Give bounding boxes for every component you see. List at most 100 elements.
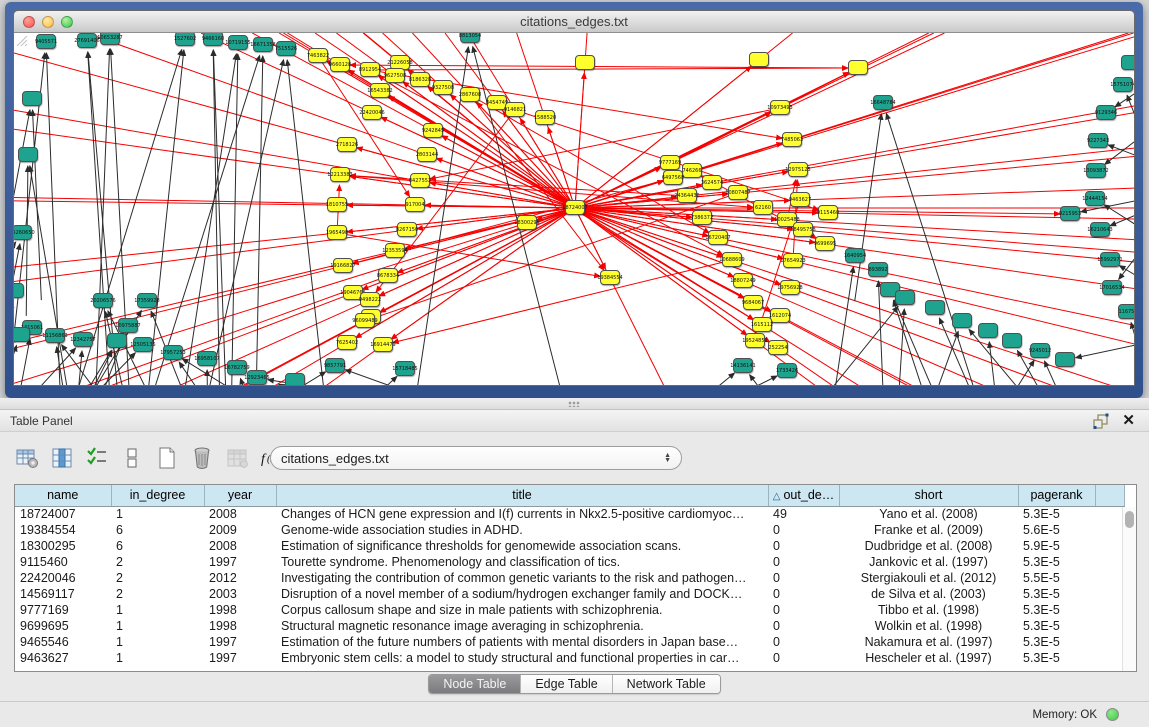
graph-node[interactable]: 62160 [753, 200, 773, 215]
graph-node[interactable] [107, 333, 127, 348]
graph-node[interactable] [925, 300, 945, 315]
graph-node[interactable] [1121, 55, 1134, 70]
graph-node[interactable]: 10719155 [228, 35, 248, 50]
row-height-icon[interactable] [119, 445, 145, 471]
graph-node[interactable]: 22420046 [362, 105, 382, 120]
graph-node[interactable]: 1965498 [327, 225, 347, 240]
graph-node[interactable]: 1588520 [535, 110, 555, 125]
graph-node[interactable] [22, 91, 42, 106]
graph-node[interactable]: 16914479 [373, 337, 393, 352]
new-column-icon[interactable] [154, 445, 180, 471]
graph-node[interactable]: 746266 [682, 163, 702, 178]
column-header-short[interactable]: short [839, 485, 1018, 506]
graph-node[interactable]: 8813054 [460, 33, 480, 43]
graph-node[interactable]: 8186328 [410, 72, 430, 87]
column-header-year[interactable]: year [204, 485, 276, 506]
graph-node[interactable]: 14136141 [733, 358, 753, 373]
graph-node[interactable]: 1612074 [770, 308, 790, 323]
table-row[interactable]: 1456911722003Disruption of a novel membe… [15, 586, 1124, 602]
graph-node[interactable]: 9146821 [505, 102, 525, 117]
graph-node[interactable]: 1733426 [777, 363, 797, 378]
table-row[interactable]: 1830029562008Estimation of significance … [15, 538, 1124, 554]
network-view-window[interactable]: citations_edges.txt 18724007183002951938… [5, 2, 1143, 398]
graph-node[interactable]: 2867608 [460, 87, 480, 102]
zoom-window-icon[interactable] [61, 16, 73, 28]
panel-splitter[interactable] [0, 398, 1149, 410]
graph-node[interactable]: 12342757 [73, 332, 93, 347]
graph-node[interactable]: 6497568 [663, 170, 683, 185]
graph-node[interactable] [14, 327, 30, 342]
graph-node[interactable]: 96099489 [355, 313, 375, 328]
graph-node[interactable]: 27691406 [77, 33, 97, 48]
graph-node[interactable] [749, 52, 769, 67]
tab-edge-table[interactable]: Edge Table [521, 675, 612, 693]
graph-node[interactable]: 17957253 [163, 345, 183, 360]
graph-node[interactable]: 15718485 [395, 361, 415, 376]
column-header-pagerank[interactable]: pagerank [1018, 485, 1095, 506]
graph-node[interactable]: 16958107 [197, 351, 217, 366]
graph-node[interactable]: 18300295 [517, 215, 537, 230]
table-row[interactable]: 911546021997Tourette syndrome. Phenomeno… [15, 554, 1124, 570]
graph-node[interactable]: 252254 [768, 340, 788, 355]
table-row[interactable]: 969969511998Structural magnetic resonanc… [15, 618, 1124, 634]
graph-node[interactable]: 8912954 [360, 62, 380, 77]
graph-node[interactable]: 1640954 [845, 248, 865, 263]
show-columns-icon[interactable] [49, 445, 75, 471]
graph-node[interactable]: 8678334 [378, 268, 398, 283]
close-window-icon[interactable] [23, 16, 35, 28]
column-header-in_degree[interactable]: in_degree [111, 485, 204, 506]
graph-node[interactable]: 16210643 [1090, 222, 1110, 237]
table-selector[interactable]: citations_edges.txt ▲▼ [270, 446, 682, 470]
graph-node[interactable]: 9627508 [385, 68, 405, 83]
network-window-titlebar[interactable]: citations_edges.txt [14, 11, 1134, 33]
graph-node[interactable]: 20206576 [93, 293, 113, 308]
minimize-window-icon[interactable] [42, 16, 54, 28]
graph-node[interactable]: 9129346 [1096, 105, 1116, 120]
table-row[interactable]: 1872400712008Changes of HCN gene express… [15, 506, 1124, 522]
graph-node[interactable]: 9227343 [1088, 133, 1108, 148]
table-scrollbar[interactable] [1122, 507, 1136, 671]
tab-network-table[interactable]: Network Table [613, 675, 720, 693]
graph-node[interactable]: 2803144 [417, 147, 437, 162]
graph-node[interactable]: 12213383 [330, 167, 350, 182]
graph-node[interactable]: 7485063 [782, 132, 802, 147]
graph-node[interactable]: 9857791 [325, 358, 345, 373]
graph-node[interactable]: 13093872 [1086, 163, 1106, 178]
graph-node[interactable]: 16648784 [873, 95, 893, 110]
graph-node[interactable]: 16543382 [370, 83, 390, 98]
graph-node[interactable]: 19756928 [780, 280, 800, 295]
splitter-handle[interactable] [568, 401, 580, 407]
table-row[interactable]: 946362711997Embryonic stem cells: a mode… [15, 650, 1124, 666]
graph-node[interactable]: 16720407 [708, 230, 728, 245]
graph-node[interactable]: 10653287 [100, 33, 120, 45]
table-options-icon[interactable] [14, 445, 40, 471]
delete-column-icon[interactable] [189, 445, 215, 471]
graph-node[interactable] [978, 323, 998, 338]
graph-node[interactable]: 19166827 [333, 258, 353, 273]
graph-node[interactable]: 15992971 [1100, 252, 1120, 267]
graph-node[interactable]: 9115460 [818, 205, 838, 220]
graph-node[interactable]: 9463627 [790, 192, 810, 207]
float-window-icon[interactable] [1093, 413, 1109, 429]
graph-node[interactable]: 12353594 [385, 243, 405, 258]
graph-node[interactable]: 9242845 [423, 123, 443, 138]
table-row[interactable]: 946554611997Estimation of the future num… [15, 634, 1124, 650]
graph-node[interactable]: 9699695 [815, 236, 835, 251]
close-panel-icon[interactable]: ✕ [1122, 411, 1135, 429]
graph-node[interactable]: 9466160 [203, 33, 223, 46]
graph-node[interactable]: 1615112 [752, 317, 772, 332]
graph-node[interactable]: 8427552 [410, 173, 430, 188]
graph-node[interactable] [895, 290, 915, 305]
graph-node[interactable]: 9405571 [36, 34, 56, 49]
graph-node[interactable]: 15751074 [1113, 77, 1133, 92]
graph-node[interactable]: 12923465 [247, 370, 267, 385]
graph-node[interactable]: 9684067 [743, 295, 763, 310]
graph-node[interactable]: 12975125 [788, 162, 808, 177]
graph-node[interactable]: 893892 [868, 262, 888, 277]
column-header-title[interactable]: title [276, 485, 768, 506]
graph-node[interactable]: 9327508 [433, 80, 453, 95]
graph-node[interactable]: 12505135 [133, 337, 153, 352]
graph-node[interactable]: 19384554 [600, 270, 620, 285]
graph-node[interactable]: 116753 [1118, 304, 1134, 319]
graph-node[interactable]: 17016534 [1102, 280, 1122, 295]
